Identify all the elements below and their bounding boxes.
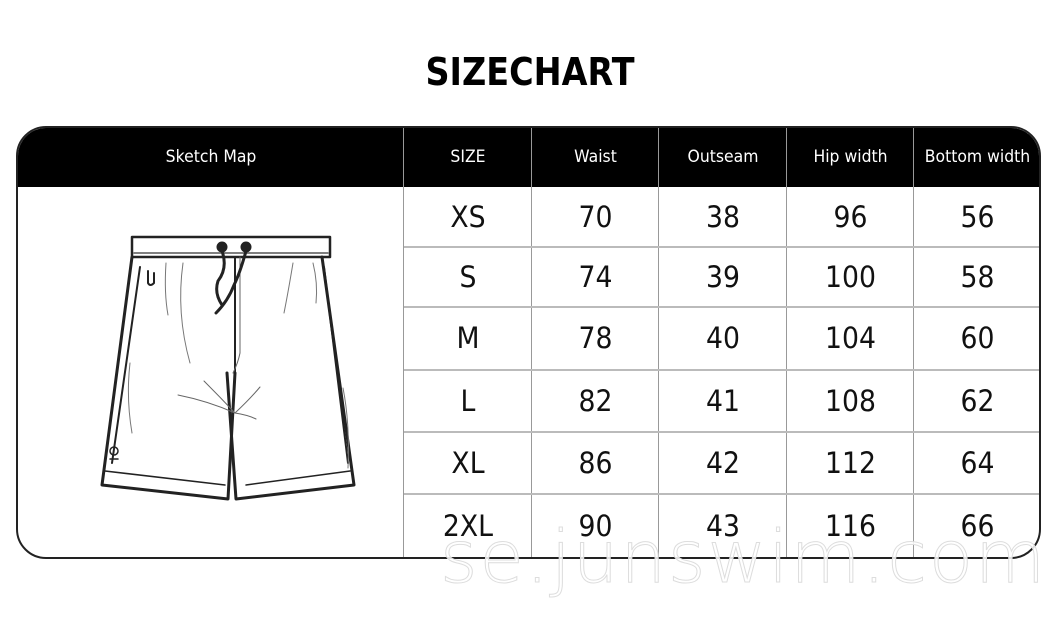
row-divider	[404, 369, 1039, 371]
cell-size: M	[456, 321, 480, 355]
table-header: Sketch Map SIZE Waist Outseam Hip width …	[18, 128, 1039, 187]
cell-bottom-width: 60	[960, 321, 995, 355]
watermark: se.junswim.com	[439, 515, 1048, 600]
cell-bottom-width: 56	[960, 200, 995, 234]
cell-outseam: 42	[706, 446, 740, 480]
cell-hip-width: 104	[825, 321, 876, 355]
cell-size: XS	[450, 200, 486, 234]
cell-outseam: 39	[706, 260, 740, 294]
cell-outseam: 41	[706, 384, 740, 418]
cell-outseam: 38	[706, 200, 740, 234]
cell-hip-width: 112	[825, 446, 876, 480]
cell-bottom-width: 62	[960, 384, 995, 418]
cell-waist: 74	[578, 260, 613, 294]
page-title: SIZECHART	[425, 50, 635, 94]
cell-hip-width: 96	[833, 200, 868, 234]
row-divider	[404, 431, 1039, 433]
header-hip-width: Hip width	[813, 147, 888, 167]
header-sketch-map: Sketch Map	[165, 147, 257, 167]
cell-waist: 86	[578, 446, 613, 480]
header-outseam: Outseam	[687, 147, 759, 167]
cell-bottom-width: 58	[960, 260, 995, 294]
cell-outseam: 40	[706, 321, 740, 355]
row-divider	[404, 306, 1039, 308]
cell-hip-width: 108	[825, 384, 876, 418]
shorts-sketch-icon	[100, 235, 356, 501]
row-divider	[404, 246, 1039, 248]
cell-size: XL	[451, 446, 485, 480]
cell-hip-width: 100	[825, 260, 876, 294]
row-divider	[404, 493, 1039, 495]
cell-bottom-width: 64	[960, 446, 995, 480]
cell-size: S	[459, 260, 477, 294]
cell-size: L	[460, 384, 476, 418]
header-size: SIZE	[450, 147, 486, 167]
cell-waist: 82	[578, 384, 613, 418]
cell-waist: 78	[578, 321, 613, 355]
header-waist: Waist	[574, 147, 617, 167]
cell-waist: 70	[578, 200, 613, 234]
header-bottom-width: Bottom width	[924, 147, 1031, 167]
size-chart-table: Sketch Map SIZE Waist Outseam Hip width …	[16, 126, 1041, 559]
